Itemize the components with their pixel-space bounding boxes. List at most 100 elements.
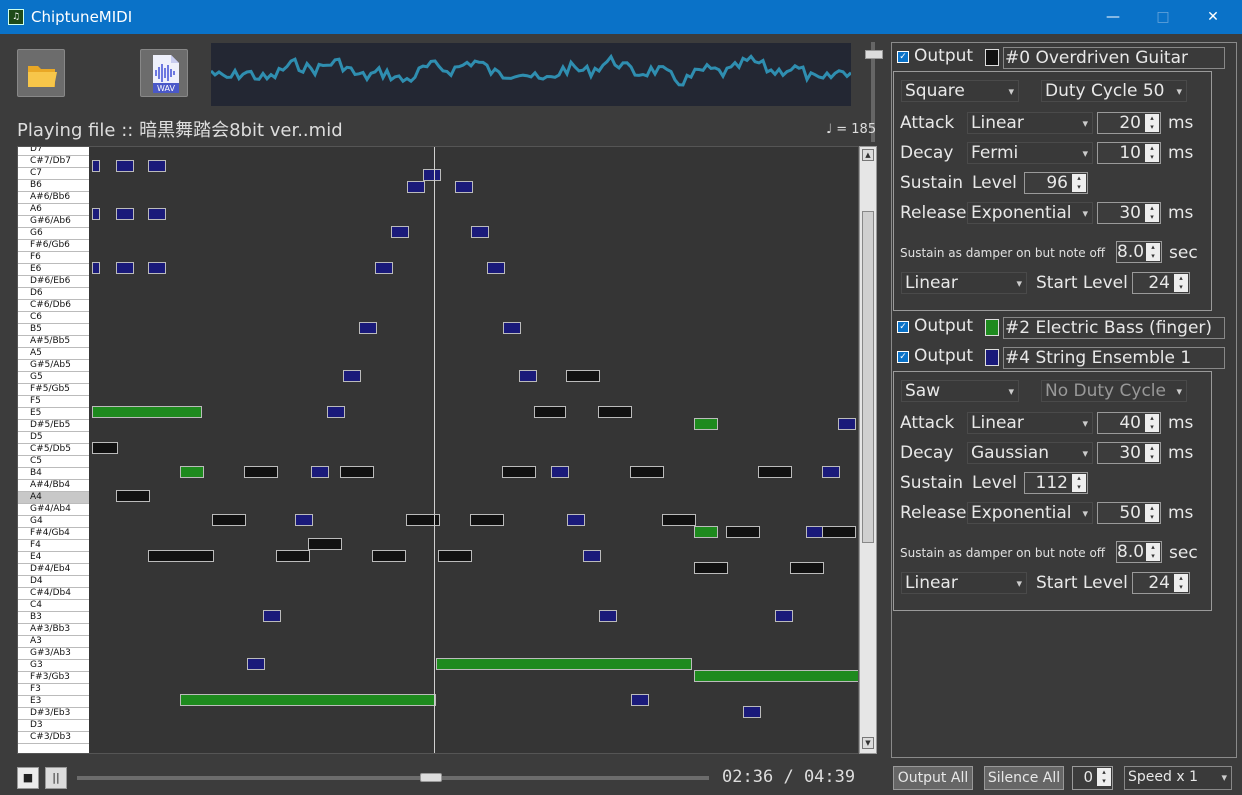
- waveform-dropdown-4[interactable]: Saw: [901, 380, 1019, 402]
- piano-key-c5[interactable]: C5: [18, 456, 89, 468]
- piano-key-gs5[interactable]: G#5/Ab5: [18, 360, 89, 372]
- stop-button[interactable]: ■: [17, 767, 39, 789]
- minimize-button[interactable]: —: [1090, 4, 1136, 30]
- close-button[interactable]: ✕: [1190, 4, 1236, 30]
- open-file-button[interactable]: [17, 49, 65, 97]
- attack-time-spinbox-4[interactable]: 40: [1097, 412, 1161, 434]
- piano-key-a6[interactable]: A6: [18, 204, 89, 216]
- piano-key-e5[interactable]: E5: [18, 408, 89, 420]
- piano-key-c6[interactable]: C6: [18, 312, 89, 324]
- attack-curve-dropdown-0[interactable]: Linear: [967, 112, 1093, 134]
- decay-time-spinbox-0[interactable]: 10: [1097, 142, 1161, 164]
- scroll-down-arrow-icon[interactable]: ▼: [862, 737, 874, 749]
- piano-key-ds5[interactable]: D#5/Eb5: [18, 420, 89, 432]
- piano-key-b4[interactable]: B4: [18, 468, 89, 480]
- output-all-button[interactable]: Output All: [893, 766, 973, 790]
- piano-key-cs4[interactable]: C#4/Db4: [18, 588, 89, 600]
- damper-time-spinbox-0[interactable]: 8.0: [1116, 241, 1162, 263]
- scroll-thumb[interactable]: [862, 211, 874, 543]
- channel-spinbox[interactable]: 0: [1072, 766, 1113, 790]
- piano-key-fs5[interactable]: F#5/Gb5: [18, 384, 89, 396]
- sustain-level-spinbox-0[interactable]: 96: [1024, 172, 1088, 194]
- piano-key-cs5[interactable]: C#5/Db5: [18, 444, 89, 456]
- piano-key-b5[interactable]: B5: [18, 324, 89, 336]
- piano-key-g6[interactable]: G6: [18, 228, 89, 240]
- piano-key-d4[interactable]: D4: [18, 576, 89, 588]
- piano-key-c4[interactable]: C4: [18, 600, 89, 612]
- waveform-dropdown-0[interactable]: Square: [901, 80, 1019, 102]
- release-time-spinbox-0[interactable]: 30: [1097, 202, 1161, 224]
- piano-key-ds3[interactable]: D#3/Eb3: [18, 708, 89, 720]
- release-curve-dropdown-0[interactable]: Exponential: [967, 202, 1093, 224]
- seek-slider-knob[interactable]: [419, 773, 442, 782]
- start-level-spinbox-4[interactable]: 24: [1132, 572, 1190, 594]
- decay-curve-dropdown-0[interactable]: Fermi: [967, 142, 1093, 164]
- attack-curve-dropdown-4[interactable]: Linear: [967, 412, 1093, 434]
- piano-key-fs3[interactable]: F#3/Gb3: [18, 672, 89, 684]
- piano-key-f6[interactable]: F6: [18, 252, 89, 264]
- piano-key-fs4[interactable]: F#4/Gb4: [18, 528, 89, 540]
- output-checkbox-2[interactable]: ✓: [897, 321, 909, 333]
- piano-key-as4[interactable]: A#4/Bb4: [18, 480, 89, 492]
- piano-key-f5[interactable]: F5: [18, 396, 89, 408]
- piano-key-cs7[interactable]: C#7/Db7: [18, 156, 89, 168]
- volume-slider-knob[interactable]: [865, 50, 883, 59]
- piano-key-a4[interactable]: A4: [18, 492, 89, 504]
- release-curve-dropdown-4[interactable]: Exponential: [967, 502, 1093, 524]
- piano-key-g3[interactable]: G3: [18, 660, 89, 672]
- piano-key-ds6[interactable]: D#6/Eb6: [18, 276, 89, 288]
- channel-color-swatch-2[interactable]: [985, 319, 999, 336]
- duty-cycle-dropdown-4[interactable]: No Duty Cycle: [1041, 380, 1187, 402]
- piano-roll-scrollbar[interactable]: ▲ ▼: [859, 146, 877, 754]
- piano-key-gs3[interactable]: G#3/Ab3: [18, 648, 89, 660]
- piano-key-a5[interactable]: A5: [18, 348, 89, 360]
- release-time-spinbox-4[interactable]: 50: [1097, 502, 1161, 524]
- start-level-spinbox-0[interactable]: 24: [1132, 272, 1190, 294]
- piano-key-e4[interactable]: E4: [18, 552, 89, 564]
- piano-key-b3[interactable]: B3: [18, 612, 89, 624]
- piano-key-g5[interactable]: G5: [18, 372, 89, 384]
- piano-key-as6[interactable]: A#6/Bb6: [18, 192, 89, 204]
- seek-slider-track[interactable]: [77, 776, 709, 780]
- piano-key-cs6[interactable]: C#6/Db6: [18, 300, 89, 312]
- attack-time-spinbox-0[interactable]: 20: [1097, 112, 1161, 134]
- piano-roll[interactable]: D7 C#7/Db7 C7 B6 A#6/Bb6 A6 G#6/Ab6 G6 F#6/Gb6 F6…: [17, 146, 859, 754]
- piano-key-fs6[interactable]: F#6/Gb6: [18, 240, 89, 252]
- damper-curve-dropdown-0[interactable]: Linear: [901, 272, 1027, 294]
- piano-key-f4[interactable]: F4: [18, 540, 89, 552]
- export-wav-button[interactable]: WAV: [140, 49, 188, 97]
- piano-key-e6[interactable]: E6: [18, 264, 89, 276]
- scroll-up-arrow-icon[interactable]: ▲: [862, 149, 874, 161]
- maximize-button[interactable]: □: [1140, 4, 1186, 30]
- piano-key-g4[interactable]: G4: [18, 516, 89, 528]
- sustain-level-spinbox-4[interactable]: 112: [1024, 472, 1088, 494]
- piano-key-e3[interactable]: E3: [18, 696, 89, 708]
- piano-key-gs6[interactable]: G#6/Ab6: [18, 216, 89, 228]
- silence-all-button[interactable]: Silence All: [984, 766, 1064, 790]
- piano-key-d5[interactable]: D5: [18, 432, 89, 444]
- channel-color-swatch-4[interactable]: [985, 349, 999, 366]
- piano-key-d7[interactable]: D7: [18, 147, 89, 156]
- piano-key-d6[interactable]: D6: [18, 288, 89, 300]
- damper-curve-dropdown-4[interactable]: Linear: [901, 572, 1027, 594]
- pause-button[interactable]: ||: [45, 767, 67, 789]
- output-checkbox-4[interactable]: ✓: [897, 351, 909, 363]
- duty-cycle-dropdown-0[interactable]: Duty Cycle 50: [1041, 80, 1187, 102]
- piano-key-c7[interactable]: C7: [18, 168, 89, 180]
- channel-color-swatch-0[interactable]: [985, 49, 999, 66]
- piano-key-b6[interactable]: B6: [18, 180, 89, 192]
- piano-key-as5[interactable]: A#5/Bb5: [18, 336, 89, 348]
- piano-key-a3[interactable]: A3: [18, 636, 89, 648]
- piano-key-d3[interactable]: D3: [18, 720, 89, 732]
- damper-time-spinbox-4[interactable]: 8.0: [1116, 541, 1162, 563]
- piano-key-f3[interactable]: F3: [18, 684, 89, 696]
- piano-key-gs4[interactable]: G#4/Ab4: [18, 504, 89, 516]
- decay-curve-dropdown-4[interactable]: Gaussian: [967, 442, 1093, 464]
- piano-key-ds4[interactable]: D#4/Eb4: [18, 564, 89, 576]
- piano-key-as3[interactable]: A#3/Bb3: [18, 624, 89, 636]
- piano-key-cs3[interactable]: C#3/Db3: [18, 732, 89, 744]
- decay-time-spinbox-4[interactable]: 30: [1097, 442, 1161, 464]
- piano-keyboard[interactable]: D7 C#7/Db7 C7 B6 A#6/Bb6 A6 G#6/Ab6 G6 F#6/Gb6 F6…: [18, 147, 89, 753]
- output-checkbox-0[interactable]: ✓: [897, 51, 909, 63]
- speed-dropdown[interactable]: Speed x 1: [1124, 766, 1232, 790]
